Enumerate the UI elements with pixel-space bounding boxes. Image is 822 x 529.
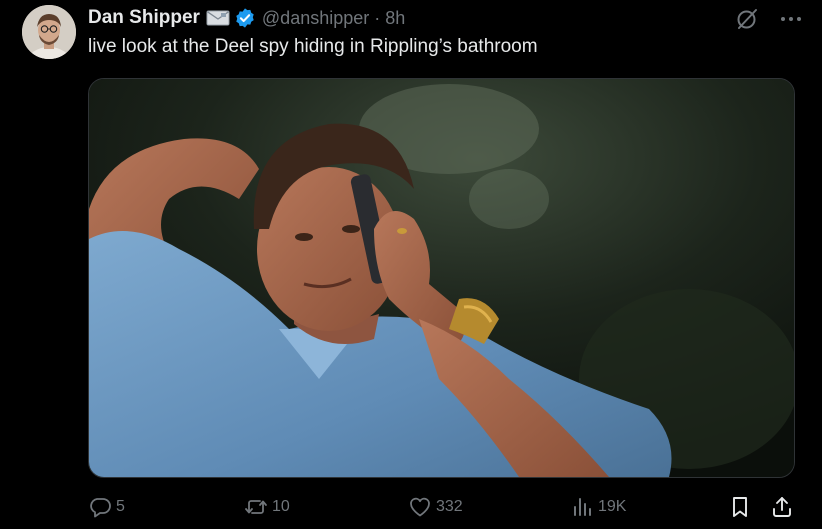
like-count: 332 [436, 498, 463, 515]
media-image [89, 79, 794, 477]
share-icon [770, 495, 794, 519]
tweet-card[interactable]: Dan Shipper @danshipper · 8h live look a… [0, 0, 822, 529]
views-count: 19K [598, 498, 627, 515]
author-name[interactable]: Dan Shipper [88, 7, 200, 29]
like-button[interactable]: 332 [408, 493, 463, 521]
retweet-icon [244, 495, 268, 519]
reply-icon [88, 495, 112, 519]
share-button[interactable] [770, 493, 794, 521]
tweet-media[interactable] [88, 78, 795, 478]
heart-icon [408, 495, 432, 519]
views-button[interactable]: 19K [570, 493, 626, 521]
bookmark-button[interactable] [728, 493, 752, 521]
retweet-button[interactable]: 10 [244, 493, 290, 521]
more-options-icon[interactable] [778, 6, 804, 32]
tweet-actions: 5 10 332 19K [88, 493, 800, 521]
verified-badge-icon[interactable] [234, 7, 256, 29]
bookmark-icon [728, 495, 752, 519]
author-handle[interactable]: @danshipper [262, 8, 369, 29]
mail-icon [206, 9, 230, 27]
avatar[interactable] [22, 5, 76, 59]
grok-icon[interactable] [734, 6, 760, 32]
separator-dot: · [374, 7, 381, 28]
retweet-count: 10 [272, 498, 290, 515]
tweet-text: live look at the Deel spy hiding in Ripp… [88, 36, 538, 57]
reply-count: 5 [116, 498, 125, 515]
tweet-header: Dan Shipper @danshipper · 8h [88, 6, 405, 30]
reply-button[interactable]: 5 [88, 493, 125, 521]
views-chart-icon [570, 495, 594, 519]
tweet-top-actions [734, 6, 804, 32]
avatar-image [22, 5, 76, 59]
timestamp[interactable]: 8h [385, 8, 405, 29]
